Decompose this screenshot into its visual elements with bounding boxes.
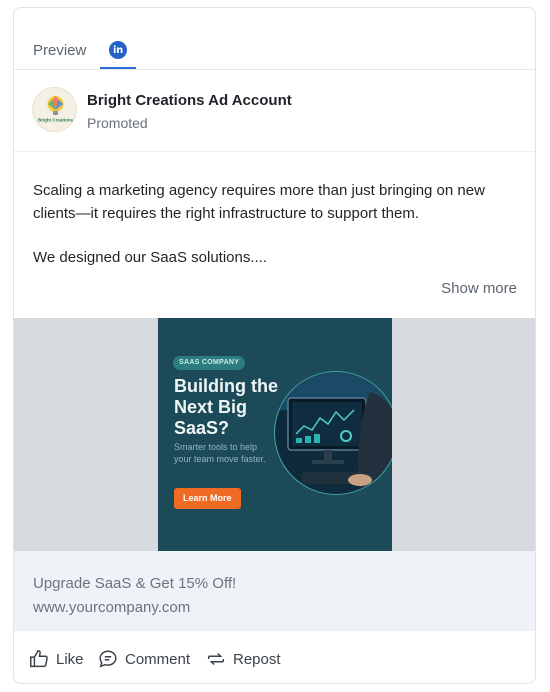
- promoted-label: Promoted: [87, 115, 148, 131]
- like-button[interactable]: Like: [28, 647, 84, 671]
- link-url[interactable]: www.yourcompany.com: [33, 599, 190, 616]
- linkedin-ad-preview-card: Preview in Bright Creations Bright Creat…: [13, 7, 536, 684]
- avatar[interactable]: Bright Creations: [32, 87, 77, 132]
- like-label: Like: [56, 650, 84, 668]
- creative-title: Building the Next Big SaaS?: [174, 376, 278, 438]
- social-actions: Like Comment Repost: [14, 631, 535, 683]
- account-header: Bright Creations Bright Creations Ad Acc…: [14, 70, 535, 152]
- bulb-logo-icon: Bright Creations: [38, 96, 74, 123]
- preview-tabs: Preview in: [14, 8, 535, 70]
- tab-preview[interactable]: Preview: [33, 42, 86, 59]
- tab-linkedin[interactable]: in: [100, 38, 136, 69]
- creative-subtitle: Smarter tools to help your team move fas…: [174, 442, 266, 464]
- post-paragraph: Scaling a marketing agency requires more…: [33, 182, 485, 222]
- link-headline[interactable]: Upgrade SaaS & Get 15% Off!: [33, 575, 236, 592]
- repost-label: Repost: [233, 650, 281, 668]
- account-name[interactable]: Bright Creations Ad Account: [87, 92, 292, 109]
- thumbs-up-icon: [30, 650, 48, 668]
- creative-badge: SAAS COMPANY: [173, 356, 246, 370]
- linkedin-icon: in: [109, 41, 127, 59]
- ad-media[interactable]: SAAS COMPANY Building the Next Big SaaS?…: [14, 318, 535, 551]
- svg-text:Bright Creations: Bright Creations: [38, 118, 74, 123]
- monitor-photo-icon: [274, 371, 392, 495]
- show-more-link[interactable]: Show more: [441, 280, 517, 297]
- comment-icon: [99, 650, 117, 668]
- comment-label: Comment: [125, 650, 191, 668]
- ad-creative-image[interactable]: SAAS COMPANY Building the Next Big SaaS?…: [158, 318, 392, 551]
- post-body: Scaling a marketing agency requires more…: [33, 180, 523, 270]
- repost-icon: [207, 652, 225, 666]
- comment-button[interactable]: Comment: [97, 647, 190, 671]
- link-footer[interactable]: Upgrade SaaS & Get 15% Off! www.yourcomp…: [14, 551, 535, 631]
- creative-learn-more-button: Learn More: [174, 488, 241, 509]
- post-paragraph: We designed our SaaS solutions....: [33, 249, 268, 266]
- repost-button[interactable]: Repost: [205, 647, 281, 671]
